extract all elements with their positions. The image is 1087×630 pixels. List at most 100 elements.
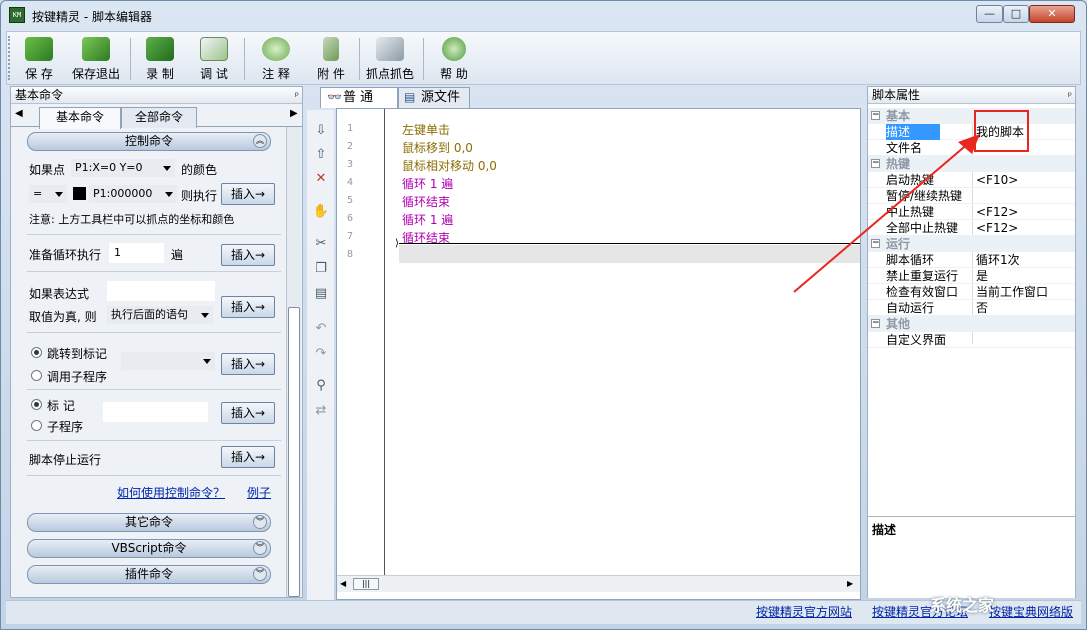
insert-jump-button[interactable]: 插入→ [221, 353, 275, 375]
code-line[interactable]: 循环结束 [402, 193, 450, 211]
editor-tabs: 👓 普 通 ▤ 源文件 [316, 86, 861, 108]
jump-radio[interactable] [31, 347, 42, 358]
scroll-left-icon[interactable]: ◀ [340, 579, 346, 588]
attachment-button[interactable]: 附 件 [311, 35, 351, 83]
tab-source[interactable]: ▤ 源文件 [398, 87, 470, 108]
tab-scroll-left-icon[interactable]: ◀ [15, 108, 23, 119]
mark-name-input[interactable] [103, 402, 208, 422]
other-commands-header[interactable]: 其它命令 ︾ [27, 513, 271, 532]
tab-scroll-right-icon[interactable]: ▶ [290, 108, 298, 119]
pin-icon[interactable]: ᵖ [295, 89, 299, 105]
toolbar-grip[interactable] [8, 36, 12, 80]
insert-marker-icon: ⟩ [395, 238, 399, 249]
divider [27, 332, 281, 333]
collapse-toggle-icon[interactable]: − [871, 111, 880, 120]
move-down-icon[interactable]: ⇩ [311, 122, 331, 140]
code-line[interactable]: 循环 1 遍 [402, 175, 453, 193]
collapse-toggle-icon[interactable]: − [871, 319, 880, 328]
scrollbar-thumb[interactable]: ||| [353, 578, 379, 590]
official-site-link[interactable]: 按键精灵官方网站 [756, 603, 852, 620]
property-row[interactable]: 自定义界面 [868, 332, 1075, 348]
code-line[interactable]: 鼠标相对移动 0,0 [402, 157, 497, 175]
mark-select[interactable] [121, 352, 215, 370]
color-picker-button[interactable]: 抓点抓色 [364, 35, 416, 83]
dropdown-arrow-icon [55, 192, 63, 197]
save-exit-button[interactable]: 保存退出 [68, 35, 124, 83]
code-line[interactable]: 循环 1 遍 [402, 211, 453, 229]
left-panel-scrollbar[interactable] [286, 127, 301, 597]
help-icon [442, 37, 466, 61]
point-select[interactable]: P1:X=0 Y=0 [71, 159, 175, 177]
editor-horizontal-scrollbar[interactable]: ◀ ||| ▶ [337, 575, 860, 592]
command-tabs: ◀ 基本命令 全部命令 ▶ [11, 105, 302, 129]
subroutine-radio[interactable] [31, 420, 42, 431]
status-bar: 按键精灵官方网站 按键精灵官方论坛 按键宝典网络版 [6, 600, 1081, 624]
plugin-commands-header[interactable]: 插件命令 ︾ [27, 565, 271, 584]
insert-loop-button[interactable]: 插入→ [221, 244, 275, 266]
operator-select[interactable]: = [29, 185, 67, 203]
redo-icon[interactable]: ↷ [311, 345, 331, 363]
comment-button[interactable]: 注 释 [256, 35, 296, 83]
insert-expression-button[interactable]: 插入→ [221, 296, 275, 318]
loop-label: 准备循环执行 [29, 248, 102, 262]
save-icon [25, 37, 53, 61]
paste-icon[interactable]: ▤ [311, 285, 331, 303]
scroll-right-icon[interactable]: ▶ [847, 579, 853, 588]
hand-icon[interactable]: ✋ [311, 203, 331, 221]
replace-icon[interactable]: ⇄ [311, 402, 331, 420]
move-up-icon[interactable]: ⇧ [311, 146, 331, 164]
property-key: 自动运行 [886, 301, 935, 315]
vbscript-commands-header[interactable]: VBScript命令 ︾ [27, 539, 271, 558]
close-button[interactable]: ✕ [1029, 5, 1075, 23]
property-value[interactable]: 否 [976, 300, 988, 316]
color-value-select[interactable]: P1:000000 [89, 185, 177, 203]
glasses-icon: 👓 [327, 90, 342, 104]
mark-radio[interactable] [31, 399, 42, 410]
debug-button[interactable]: 调 试 [194, 35, 234, 83]
property-row[interactable]: 自动运行 否 [868, 300, 1075, 316]
call-sub-radio[interactable] [31, 370, 42, 381]
panel-title: 脚本属性 [872, 88, 921, 102]
undo-icon[interactable]: ↶ [311, 320, 331, 338]
delete-icon[interactable]: ✕ [311, 170, 331, 188]
line-number: 2 [346, 141, 353, 152]
tab-normal[interactable]: 👓 普 通 [320, 87, 398, 108]
toolbar-separator [130, 38, 131, 80]
find-icon[interactable]: ⚲ [311, 377, 331, 395]
minimize-button[interactable]: — [976, 5, 1003, 23]
expression-input[interactable] [107, 281, 215, 301]
save-button[interactable]: 保 存 [19, 35, 59, 83]
help-button[interactable]: 帮 助 [434, 35, 474, 83]
tab-all-commands[interactable]: 全部命令 [121, 107, 197, 128]
code-line[interactable]: 鼠标移到 0,0 [402, 139, 473, 157]
divider [27, 389, 281, 390]
line-number: 1 [346, 123, 353, 134]
cut-icon[interactable]: ✂ [311, 235, 331, 253]
maximize-button[interactable]: □ [1003, 5, 1029, 23]
loop-count-input[interactable]: 1 [109, 243, 164, 263]
tab-basic-commands[interactable]: 基本命令 [39, 107, 121, 129]
handbook-link[interactable]: 按键宝典网络版 [989, 603, 1073, 620]
pin-icon[interactable]: ᵖ [1068, 89, 1072, 105]
insert-mark-button[interactable]: 插入→ [221, 402, 275, 424]
insert-if-point-button[interactable]: 插入→ [221, 183, 275, 205]
control-help-link[interactable]: 如何使用控制命令？ [117, 484, 225, 501]
true-action-select[interactable]: 执行后面的语句 [107, 306, 213, 324]
line-number: 7 [346, 231, 353, 242]
toolbar-separator [423, 38, 424, 80]
record-button[interactable]: 录 制 [140, 35, 180, 83]
annotation-arrow [793, 134, 980, 293]
divider [27, 234, 281, 235]
scrollbar-thumb[interactable] [288, 307, 300, 597]
watermark: 系统之家 [930, 596, 995, 615]
property-category[interactable]: − 其他 [868, 316, 1075, 332]
copy-icon[interactable]: ❐ [311, 260, 331, 278]
code-line[interactable]: 左键单击 [402, 121, 450, 139]
code-line[interactable]: 循环结束 [402, 229, 450, 247]
insert-stop-button[interactable]: 插入→ [221, 446, 275, 468]
example-link[interactable]: 例子 [247, 484, 271, 501]
color-swatch[interactable] [73, 187, 86, 200]
line-number: 5 [346, 195, 353, 206]
control-commands-header[interactable]: 控制命令 ︽ [27, 132, 271, 151]
if-point-label: 如果点 [29, 163, 66, 177]
